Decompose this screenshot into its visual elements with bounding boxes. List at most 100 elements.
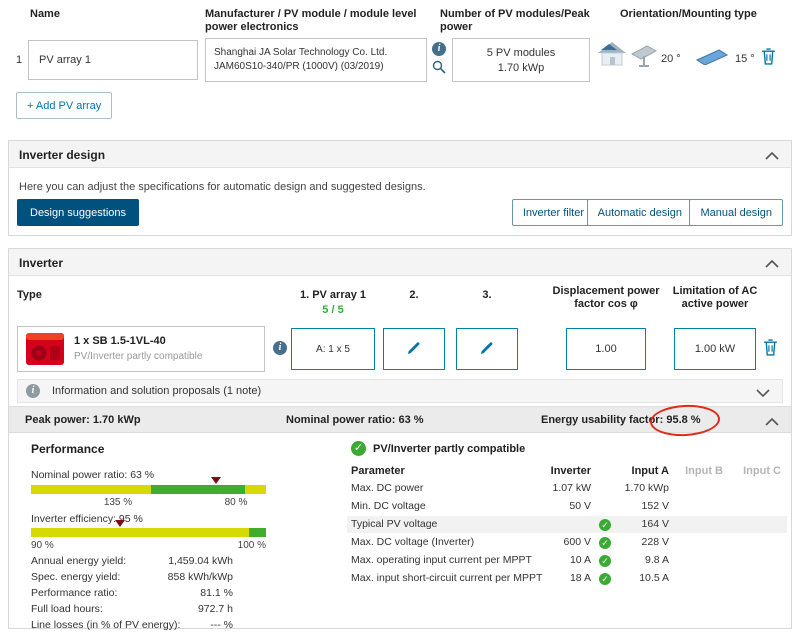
gauge2-left-label: 90 %	[31, 540, 54, 551]
gauge2-right-label: 100 %	[237, 540, 266, 551]
inverter-design-header[interactable]: Inverter design	[9, 141, 791, 168]
pv-module-field[interactable]: Shanghai JA Solar Technology Co. Ltd. JA…	[205, 38, 427, 82]
col-header-modules: Number of PV modules/Peak power	[440, 8, 590, 33]
col-header-type: Type	[17, 289, 42, 301]
cell-inverter: 18 A	[569, 572, 591, 584]
col-header-array3: 3.	[482, 289, 492, 301]
note-info-icon: i	[26, 384, 40, 398]
gauge1-left-label: 135 %	[103, 497, 133, 508]
pv-module-model: JAM60S10-340/PR (1000V) (03/2019)	[214, 61, 384, 72]
tracker-mount-icon[interactable]	[630, 44, 658, 71]
col-header-cos-phi: Displacement power factor cos φ	[552, 285, 660, 310]
compatibility-title: PV/Inverter partly compatible	[373, 443, 526, 455]
array1-module-count: 5 / 5	[322, 304, 344, 316]
inverter-product-image	[24, 332, 66, 371]
compat-header-inverter: Inverter	[550, 465, 591, 477]
col-header-manufacturer: Manufacturer / PV module / module level …	[205, 8, 417, 33]
inverter-type-card[interactable]: 1 x SB 1.5-1VL-40 PV/Inverter partly com…	[17, 326, 265, 372]
inverter-delete-icon[interactable]	[763, 339, 778, 359]
pencil-icon	[407, 341, 421, 358]
inverter-design-description: Here you can adjust the specifications f…	[19, 181, 426, 193]
col-header-name: Name	[30, 8, 60, 20]
pv-module-manufacturer: Shanghai JA Solar Technology Co. Ltd.	[214, 47, 388, 58]
collapse-chevron-up-icon[interactable]	[765, 151, 779, 163]
table-row: Typical PV voltage	[351, 518, 438, 530]
col-header-array2: 2.	[409, 289, 419, 301]
stat-label: Annual energy yield:	[31, 555, 127, 567]
energy-usability-value: 95.8 %	[649, 403, 722, 438]
stat-value: 1,459.04 kWh	[168, 555, 233, 567]
cell-inverter: 600 V	[563, 536, 591, 548]
free-tilt-value: 15 °	[735, 53, 755, 65]
summary-energy-usability: Energy usability factor: 95.8 %	[541, 403, 722, 438]
cell-input-a: 164 V	[641, 518, 669, 530]
check-icon: ✓	[599, 519, 611, 531]
check-icon: ✓	[599, 573, 611, 585]
gauge1-right-label: 80 %	[224, 497, 248, 508]
summary-peak-power: Peak power: 1.70 kWp	[25, 414, 141, 426]
compat-header-input-c: Input C	[743, 465, 781, 477]
inverter-model-name: 1 x SB 1.5-1VL-40	[74, 335, 166, 347]
performance-title: Performance	[31, 442, 105, 456]
gauge-marker-icon	[115, 520, 125, 527]
cell-input-a: 10.5 A	[639, 572, 669, 584]
cos-phi-field[interactable]: 1.00	[566, 328, 646, 370]
pencil-icon	[480, 341, 494, 358]
roof-mount-icon[interactable]	[597, 40, 627, 70]
module-info-icon[interactable]: i	[432, 42, 446, 56]
roof-tilt-value: 20 °	[661, 53, 681, 65]
pv-design-page: Name Manufacturer / PV module / module l…	[0, 0, 800, 635]
check-icon: ✓	[599, 555, 611, 567]
col-header-ac-limit: Limitation of AC active power	[672, 285, 758, 310]
stat-value: 81.1 %	[200, 587, 233, 599]
input-c-edit-button[interactable]	[456, 328, 518, 370]
summary-nominal-ratio: Nominal power ratio: 63 %	[286, 414, 424, 426]
pv-peak-power: 1.70 kWp	[497, 62, 545, 74]
pv-array-delete-icon[interactable]	[761, 48, 776, 68]
input-a-config-field[interactable]: A: 1 x 5	[291, 328, 375, 370]
free-standing-panel-icon[interactable]	[695, 48, 729, 68]
collapse-chevron-up-icon[interactable]	[765, 417, 779, 429]
cell-inverter: 10 A	[569, 554, 591, 566]
gauge-marker-icon	[211, 477, 221, 484]
compat-header-parameter: Parameter	[351, 465, 405, 477]
add-pv-array-button[interactable]: + Add PV array	[16, 92, 113, 119]
stat-label: Spec. energy yield:	[31, 571, 121, 583]
info-proposals-bar[interactable]: i Information and solution proposals (1 …	[17, 379, 783, 403]
inverter-filter-button[interactable]: Inverter filter	[511, 199, 595, 226]
cell-input-a: 9.8 A	[645, 554, 669, 566]
inverter-design-title: Inverter design	[19, 148, 106, 162]
cell-inverter: 1.07 kW	[552, 482, 591, 494]
design-suggestions-button[interactable]: Design suggestions	[17, 199, 140, 226]
inverter-info-icon[interactable]: i	[273, 341, 287, 355]
inverter-section: Inverter Type 1. PV array 1 5 / 5 2. 3. …	[8, 248, 792, 631]
info-proposals-label: Information and solution proposals (1 no…	[52, 385, 262, 397]
nominal-ratio-gauge	[31, 485, 266, 494]
stat-value: 858 kWh/kWp	[167, 571, 233, 583]
stat-value: --- %	[210, 619, 233, 631]
module-search-icon[interactable]	[432, 60, 446, 77]
ac-limit-field[interactable]: 1.00 kW	[674, 328, 756, 370]
compat-header-input-b: Input B	[685, 465, 723, 477]
efficiency-gauge	[31, 528, 266, 537]
pv-modules-count: 5 PV modules	[486, 47, 556, 59]
results-summary-bar[interactable]: Peak power: 1.70 kWp Nominal power ratio…	[9, 403, 791, 438]
cell-input-a: 152 V	[641, 500, 669, 512]
pv-modules-count-field[interactable]: 5 PV modules 1.70 kWp	[452, 38, 590, 82]
inverter-design-section: Inverter design Here you can adjust the …	[8, 140, 792, 236]
compat-header-input-a: Input A	[631, 465, 669, 477]
inverter-header[interactable]: Inverter	[9, 249, 791, 276]
automatic-design-button[interactable]: Automatic design	[586, 199, 693, 226]
input-b-edit-button[interactable]	[383, 328, 445, 370]
col-header-orientation: Orientation/Mounting type	[620, 8, 757, 20]
pv-array-name-field[interactable]: PV array 1	[28, 40, 198, 80]
cell-input-a: 1.70 kWp	[624, 482, 669, 494]
collapse-chevron-up-icon[interactable]	[765, 259, 779, 271]
stat-label: Full load hours:	[31, 603, 103, 615]
expand-chevron-down-icon[interactable]	[756, 388, 770, 400]
cell-inverter: 50 V	[569, 500, 591, 512]
manual-design-button[interactable]: Manual design	[689, 199, 783, 226]
inverter-compatibility-note: PV/Inverter partly compatible	[74, 351, 203, 362]
inverter-efficiency-label: Inverter efficiency: 95 %	[31, 513, 143, 525]
inverter-title: Inverter	[19, 256, 64, 270]
